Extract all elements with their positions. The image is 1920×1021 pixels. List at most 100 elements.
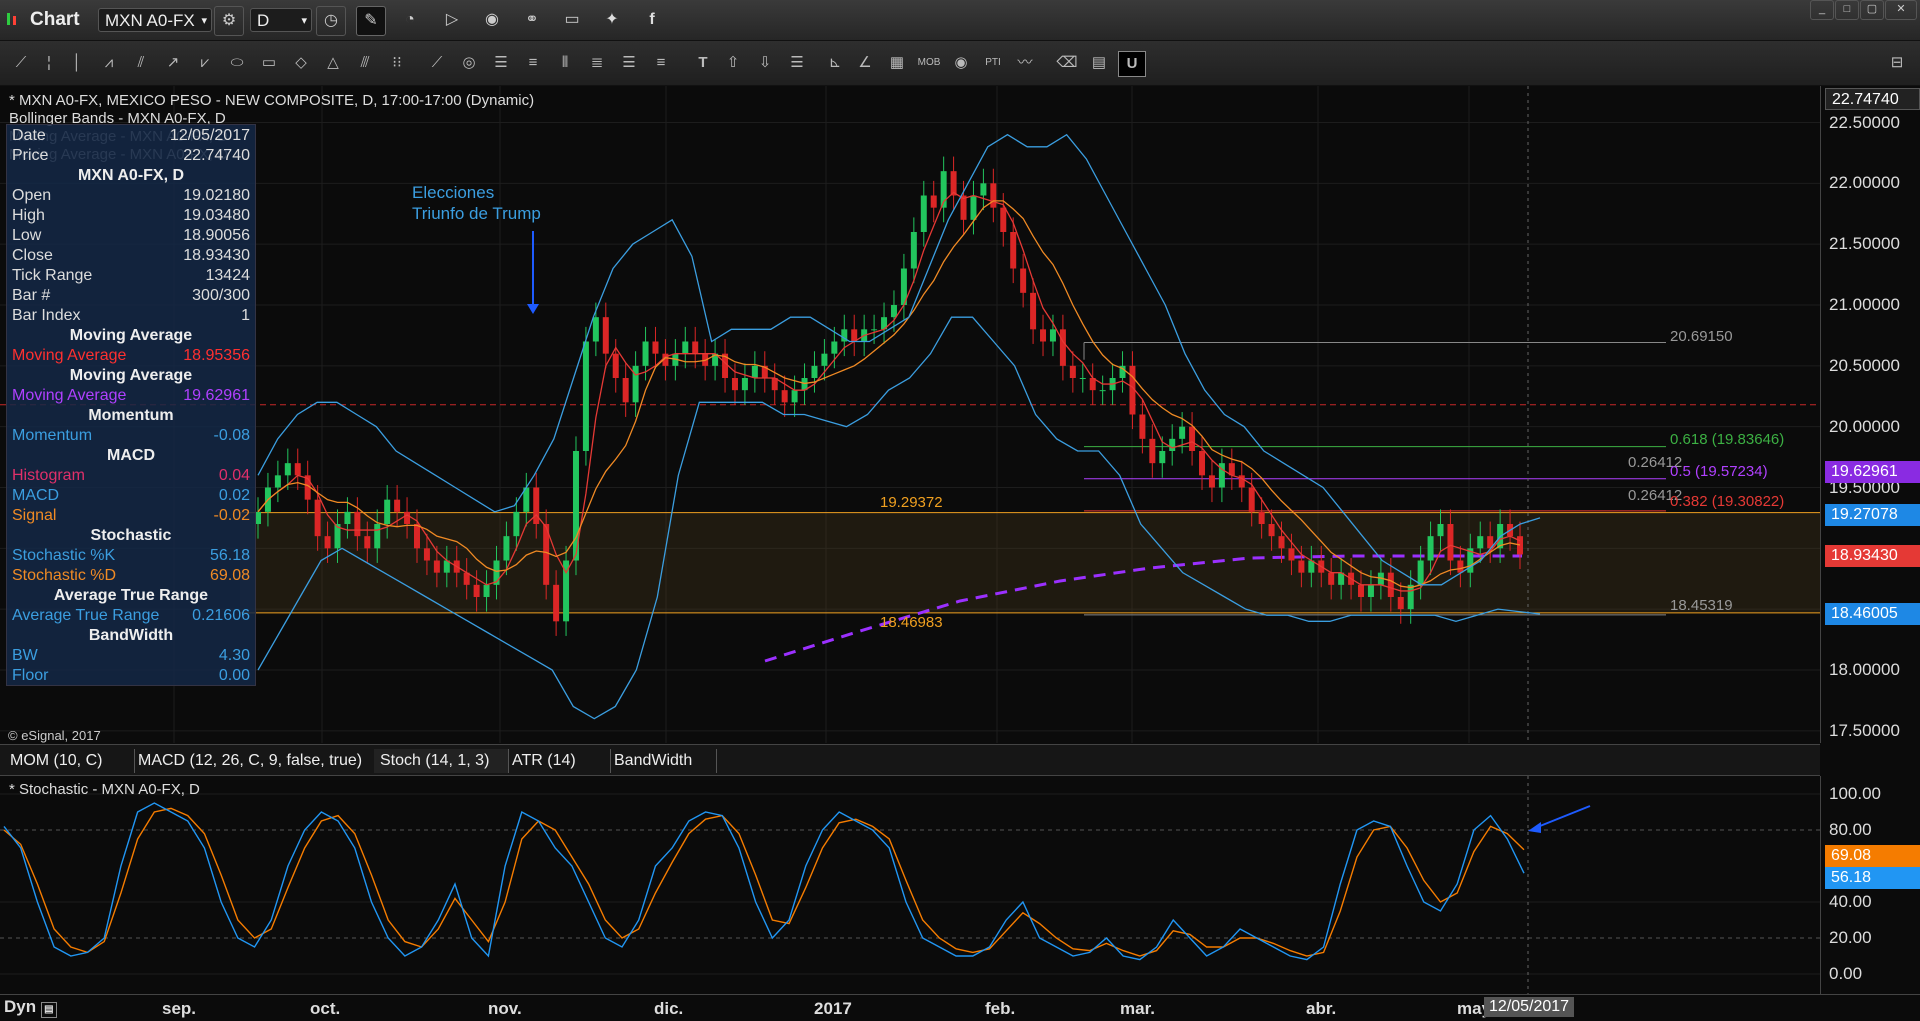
down-arrow-tool-icon[interactable]: ⇩ xyxy=(752,51,778,75)
clock-icon[interactable]: ◷ xyxy=(316,6,346,36)
fib-circle-icon[interactable]: ◎ xyxy=(456,51,482,75)
ruler-icon[interactable]: ⊾ xyxy=(822,51,848,75)
stochastic-axis[interactable]: 100.00 80.00 40.00 20.00 0.00 69.08 56.18 xyxy=(1820,776,1920,994)
template-icon[interactable]: ▤ xyxy=(1086,51,1112,75)
angle-tool-icon[interactable]: ∠ xyxy=(852,51,878,75)
grid-tool-icon[interactable]: ▦ xyxy=(884,51,910,75)
candle-body xyxy=(1328,572,1335,585)
momentum-label: Momentum xyxy=(12,427,93,444)
fib-extension-icon[interactable]: ≡ xyxy=(520,51,546,75)
close-icon[interactable]: ✕ xyxy=(1885,0,1917,20)
vertical-line-icon[interactable]: ¦ xyxy=(36,51,62,75)
candle-body xyxy=(871,329,878,331)
candle-body xyxy=(811,365,818,378)
fib-spiral-icon[interactable]: ≡ xyxy=(648,51,674,75)
link-icon[interactable]: ⚭ xyxy=(518,6,546,34)
indicator-tab[interactable]: MOM (10, C) xyxy=(4,749,135,773)
candle-body xyxy=(473,584,480,597)
horizontal-line-icon[interactable]: │ xyxy=(64,51,90,75)
ellipse-icon[interactable]: ⬭ xyxy=(224,51,250,75)
restore-icon[interactable]: □ xyxy=(1835,0,1859,20)
bw-label: BW xyxy=(12,647,38,664)
fib-line-icon[interactable]: ⟋ xyxy=(424,51,450,75)
month-label: feb. xyxy=(985,999,1016,1018)
pitchfork-icon[interactable]: ⫻ xyxy=(352,51,378,75)
data-row-value: 18.90056 xyxy=(183,227,250,244)
stochastic-chart[interactable] xyxy=(0,776,1820,994)
magnet-icon[interactable]: U xyxy=(1118,51,1146,77)
indicator-tab[interactable]: Stoch (14, 1, 3) xyxy=(374,749,509,773)
data-row: Bar # 300/300 xyxy=(10,287,252,307)
cycle-lines-icon[interactable]: ⁝⁝ xyxy=(384,51,410,75)
price-tick-label: 18.00000 xyxy=(1829,660,1900,679)
candle-body xyxy=(731,378,738,391)
interval-input[interactable]: D ▾ xyxy=(250,8,312,32)
candle-body xyxy=(1457,560,1464,573)
data-row-value: 13424 xyxy=(205,267,251,284)
indicator-tab[interactable]: MACD (12, 26, C, 9, false, true) xyxy=(132,749,377,773)
line-tool-icon[interactable]: ⟋ xyxy=(8,51,34,75)
candle-body xyxy=(374,524,381,549)
chat-icon[interactable]: ▭ xyxy=(558,6,586,34)
data-window-panel: Date 12/05/2017 Price 22.74740 MXN A0-FX… xyxy=(6,124,256,686)
fan-icon[interactable]: ⩗ xyxy=(192,51,218,75)
fib-arcs-icon[interactable]: ☰ xyxy=(616,51,642,75)
play-icon[interactable]: ▷ xyxy=(438,6,466,34)
fib-fan-icon[interactable]: ≣ xyxy=(584,51,610,75)
data-row-value: 19.03480 xyxy=(183,207,250,224)
candle-body xyxy=(1010,232,1017,269)
text-tool-icon[interactable]: T xyxy=(690,51,716,75)
price-flag: 19.27078 xyxy=(1825,504,1920,527)
price-label-icon[interactable]: ☰ xyxy=(784,51,810,75)
pti-icon[interactable]: PTI xyxy=(980,51,1006,75)
dynamic-mode-button[interactable]: Dyn ▤ xyxy=(4,997,57,1018)
price-chart[interactable] xyxy=(0,86,1820,743)
symbol-input[interactable]: MXN A0-FX ▾ xyxy=(98,8,212,32)
eye-icon[interactable]: ◉ xyxy=(948,51,974,75)
indicator-tab[interactable]: ATR (14) xyxy=(506,749,611,773)
price-tick-label: 20.50000 xyxy=(1829,355,1900,375)
facebook-icon[interactable]: f xyxy=(638,6,666,34)
mob-tool-icon[interactable]: MOB xyxy=(916,51,942,75)
stochastic-tick-label: 80.00 xyxy=(1829,820,1872,839)
polyline-icon[interactable]: ⩘ xyxy=(96,51,122,75)
alert-icon[interactable]: ◉ xyxy=(478,6,506,34)
candle-body xyxy=(483,584,490,597)
fib-label-618: 0.618 (19.83646) xyxy=(1670,431,1785,448)
minimize-icon[interactable]: _ xyxy=(1810,0,1834,20)
symbol-settings-icon[interactable]: ⚙ xyxy=(214,6,244,36)
rectangle-icon[interactable]: ▭ xyxy=(256,51,282,75)
price-flag-top: 22.74740 xyxy=(1825,88,1920,110)
speedometer-icon[interactable]: ◔ xyxy=(396,6,424,34)
channel-icon[interactable]: ⫽ xyxy=(128,51,154,75)
price-axis[interactable]: 22.74740 22.50000 22.00000 21.50000 21.0000… xyxy=(1820,86,1920,743)
up-arrow-tool-icon[interactable]: ⇧ xyxy=(720,51,746,75)
candle-body xyxy=(1477,536,1484,549)
candle-body xyxy=(582,341,589,451)
indicator-tab[interactable]: BandWidth xyxy=(608,749,717,773)
drawing-toolbar: ⟋ ¦ │ ⩘ ⫽ ↗ ⩗ ⬭ ▭ ◇ △ ⫻ ⁝⁝ ⟋ ◎ ☰ ≡ ⦀ ≣ ☰… xyxy=(0,41,1920,86)
eraser-icon[interactable]: ⌫ xyxy=(1054,51,1080,75)
lock-icon: ▤ xyxy=(40,1002,57,1018)
stoch-d-line[interactable] xyxy=(3,807,1525,957)
fib-retracement-icon[interactable]: ☰ xyxy=(488,51,514,75)
data-row-label: Close xyxy=(12,247,53,264)
pencil-icon[interactable]: ✎ xyxy=(356,6,386,36)
data-row-label: Bar # xyxy=(12,287,51,304)
candle-body xyxy=(1040,329,1047,342)
time-axis[interactable]: Dyn ▤ sep. oct. nov. dic. 2017 feb. mar. abr. ma… xyxy=(0,994,1920,1021)
panel-toggle-icon[interactable]: ⊟ xyxy=(1884,51,1910,75)
candle-body xyxy=(1020,268,1027,293)
maximize-icon[interactable]: ▢ xyxy=(1860,0,1884,20)
fib-time-icon[interactable]: ⦀ xyxy=(552,51,578,75)
wave-icon[interactable]: 〰 xyxy=(1012,51,1038,75)
arrow-tool-icon[interactable]: ↗ xyxy=(160,51,186,75)
triangle-icon[interactable]: △ xyxy=(320,51,346,75)
candle-body xyxy=(324,536,331,549)
chart-symbol-line: * MXN A0-FX, MEXICO PESO - NEW COMPOSITE… xyxy=(9,92,535,109)
interval-value: D xyxy=(257,11,270,30)
atr-label: Average True Range xyxy=(12,607,160,624)
diamond-icon[interactable]: ◇ xyxy=(288,51,314,75)
twitter-icon[interactable]: ✦ xyxy=(598,6,626,34)
stoch-k-line[interactable] xyxy=(3,802,1525,961)
